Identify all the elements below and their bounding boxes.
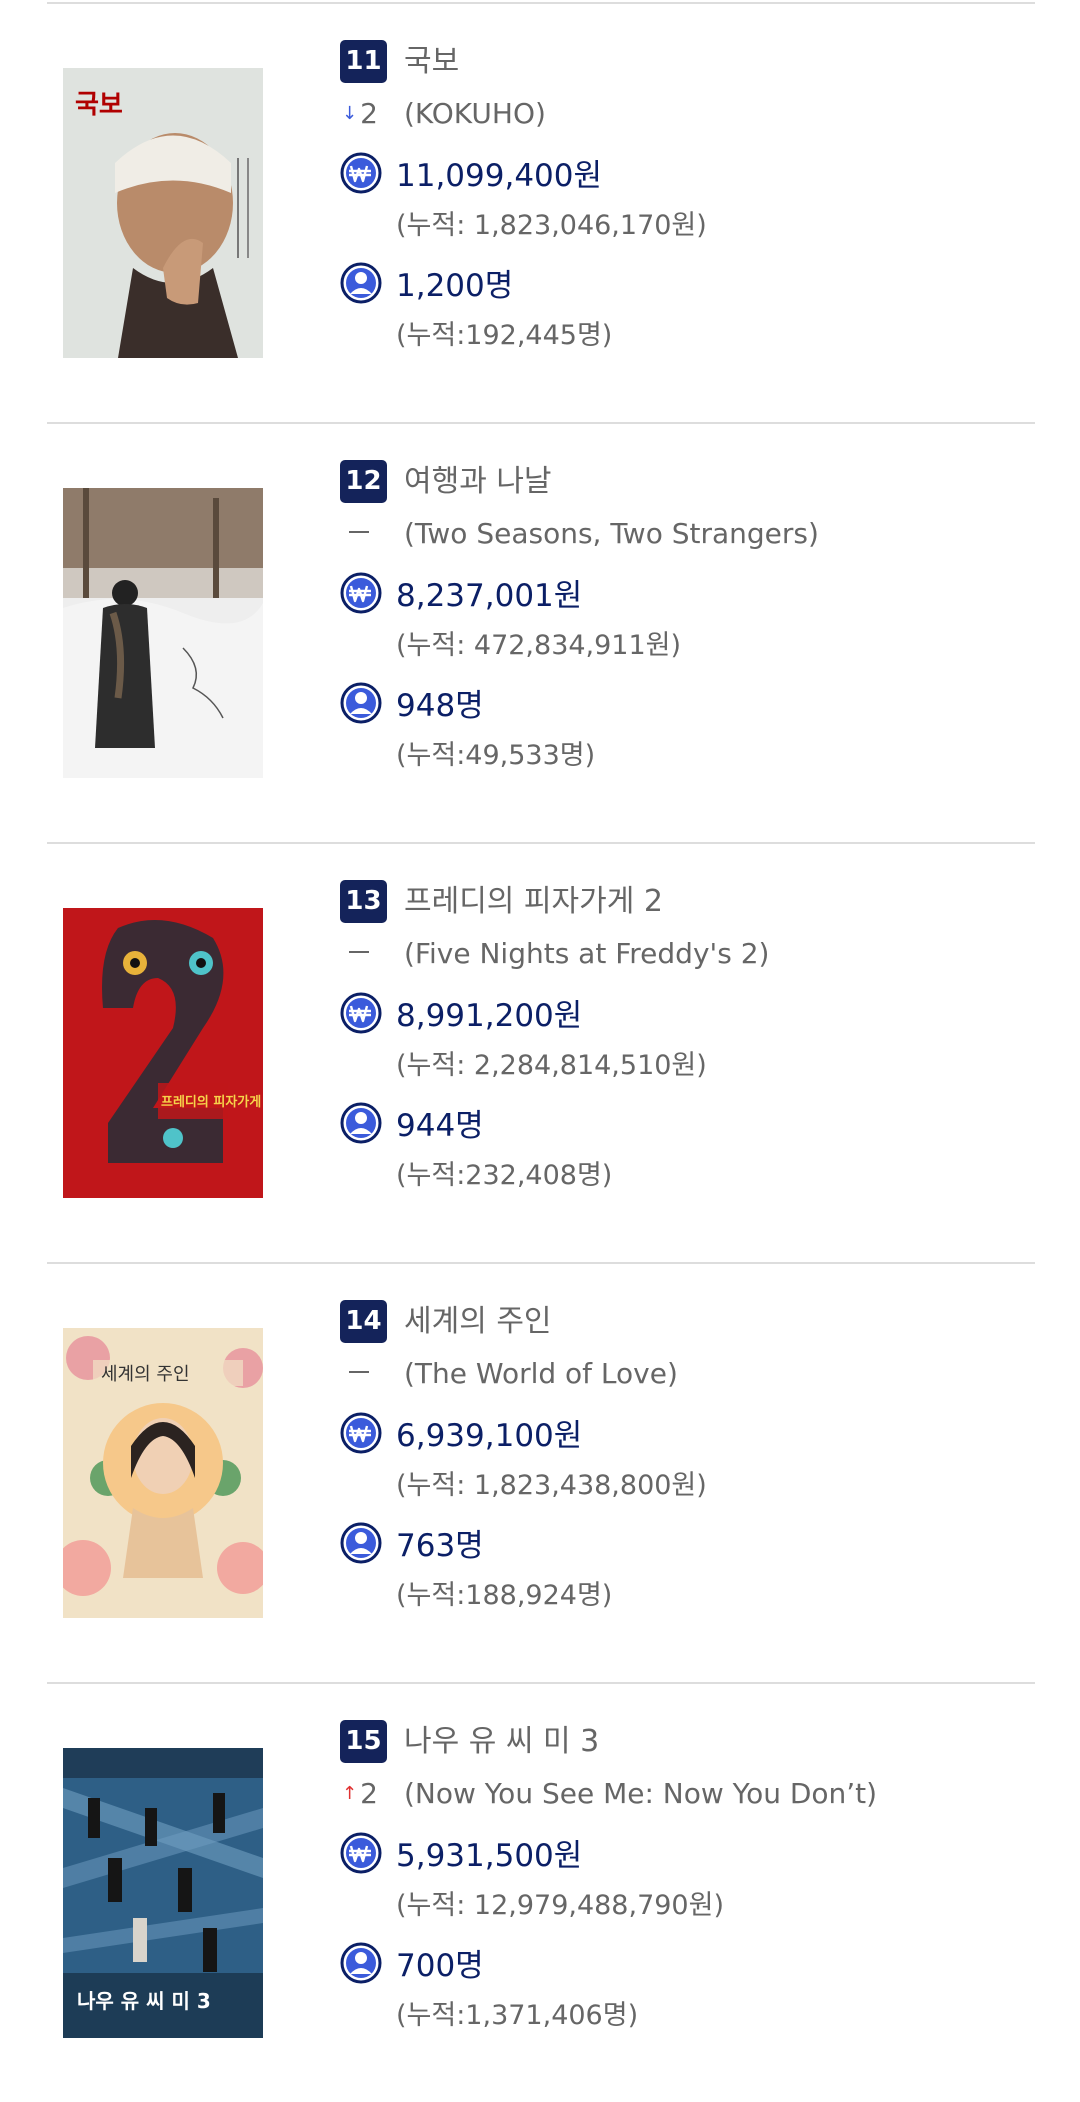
movie-poster[interactable]: 국보 xyxy=(63,68,263,358)
cumulative-revenue: (누적: 2,284,814,510원) xyxy=(396,1050,707,1081)
rank-badge: 13 xyxy=(340,880,387,923)
cumulative-revenue: (누적: 12,979,488,790원) xyxy=(396,1890,724,1921)
movie-entry[interactable]: 12 여행과 나날 (Two Seasons, Two Strangers) 8… xyxy=(0,422,1080,842)
daily-revenue: 11,099,400원 xyxy=(396,158,603,194)
poster-art-world-of-love: 세계의 주인 xyxy=(63,1328,263,1618)
rank-change: ↑ 2 xyxy=(342,1772,402,1816)
daily-revenue: 5,931,500원 xyxy=(396,1838,583,1874)
original-title: (Five Nights at Freddy's 2) xyxy=(404,937,770,970)
poster-logo-text: 국보 xyxy=(75,90,123,120)
dash-icon xyxy=(349,531,369,533)
rank-badge: 11 xyxy=(340,40,387,83)
original-title: (KOKUHO) xyxy=(404,97,546,130)
cumulative-audience: (누적:192,445명) xyxy=(396,320,613,351)
movie-poster[interactable]: 세계의 주인 xyxy=(63,1328,263,1618)
movie-title[interactable]: 국보 xyxy=(404,40,459,83)
arrow-down-icon: ↓ xyxy=(342,103,358,124)
daily-revenue: 8,237,001원 xyxy=(396,578,583,614)
cumulative-revenue: (누적: 1,823,046,170원) xyxy=(396,210,707,241)
person-circle-icon xyxy=(340,1942,382,1984)
cumulative-audience: (누적:188,924명) xyxy=(396,1580,613,1611)
daily-audience: 700명 xyxy=(396,1948,484,1984)
won-circle-icon xyxy=(340,572,382,614)
person-circle-icon xyxy=(340,262,382,304)
movie-entry[interactable]: 나우 유 씨 미 3 15 나우 유 씨 미 3 ↑ 2 (Now You See… xyxy=(0,1682,1080,2102)
person-circle-icon xyxy=(340,1522,382,1564)
rank-change xyxy=(342,1352,402,1396)
arrow-up-icon: ↑ xyxy=(342,1783,358,1804)
rank-change-value: 2 xyxy=(360,1777,378,1810)
daily-revenue: 8,991,200원 xyxy=(396,998,583,1034)
poster-logo-text: 프레디의 피자가게 xyxy=(161,1094,261,1110)
movie-poster[interactable]: 나우 유 씨 미 3 xyxy=(63,1748,263,2038)
movie-title[interactable]: 나우 유 씨 미 3 xyxy=(404,1720,599,1763)
movie-title[interactable]: 프레디의 피자가게 2 xyxy=(404,880,663,923)
rank-change xyxy=(342,932,402,976)
rank-badge: 12 xyxy=(340,460,387,503)
dash-icon xyxy=(349,1371,369,1373)
original-title: (The World of Love) xyxy=(404,1357,678,1390)
dash-icon xyxy=(349,951,369,953)
person-circle-icon xyxy=(340,682,382,724)
daily-revenue: 6,939,100원 xyxy=(396,1418,583,1454)
cumulative-audience: (누적:49,533명) xyxy=(396,740,596,771)
original-title: (Now You See Me: Now You Don’t) xyxy=(404,1777,878,1810)
poster-art-kokuho: 국보 xyxy=(63,68,263,358)
won-circle-icon xyxy=(340,1412,382,1454)
original-title: (Two Seasons, Two Strangers) xyxy=(404,517,819,550)
won-circle-icon xyxy=(340,992,382,1034)
daily-audience: 763명 xyxy=(396,1528,484,1564)
rank-badge: 15 xyxy=(340,1720,387,1763)
rank-change: ↓ 2 xyxy=(342,92,402,136)
movie-poster[interactable]: 프레디의 피자가게 xyxy=(63,908,263,1198)
movie-poster[interactable] xyxy=(63,488,263,778)
poster-logo-text: 나우 유 씨 미 3 xyxy=(77,1989,211,2013)
cumulative-revenue: (누적: 472,834,911원) xyxy=(396,630,682,661)
won-circle-icon xyxy=(340,152,382,194)
poster-art-freddys: 프레디의 피자가게 xyxy=(63,908,263,1198)
daily-audience: 948명 xyxy=(396,688,484,724)
cumulative-audience: (누적:1,371,406명) xyxy=(396,2000,639,2031)
daily-audience: 944명 xyxy=(396,1108,484,1144)
movie-entry[interactable]: 프레디의 피자가게 13 프레디의 피자가게 2 (Five Nights at… xyxy=(0,842,1080,1262)
box-office-list: 국보 11 국보 ↓ 2 (KOKUHO) 11,099,400원 (누적: 1,… xyxy=(0,0,1080,2089)
movie-title[interactable]: 세계의 주인 xyxy=(404,1300,552,1343)
rank-badge: 14 xyxy=(340,1300,387,1343)
movie-entry[interactable]: 세계의 주인 14 세계의 주인 (The World of Love) 6,9… xyxy=(0,1262,1080,1682)
poster-logo-text: 세계의 주인 xyxy=(101,1364,190,1385)
daily-audience: 1,200명 xyxy=(396,268,514,304)
person-circle-icon xyxy=(340,1102,382,1144)
cumulative-audience: (누적:232,408명) xyxy=(396,1160,613,1191)
poster-art-two-seasons xyxy=(63,488,263,778)
rank-change xyxy=(342,512,402,556)
rank-change-value: 2 xyxy=(360,97,378,130)
movie-entry[interactable]: 국보 11 국보 ↓ 2 (KOKUHO) 11,099,400원 (누적: 1,… xyxy=(0,2,1080,422)
poster-art-now-you-see-me: 나우 유 씨 미 3 xyxy=(63,1748,263,2038)
won-circle-icon xyxy=(340,1832,382,1874)
movie-title[interactable]: 여행과 나날 xyxy=(404,460,552,503)
cumulative-revenue: (누적: 1,823,438,800원) xyxy=(396,1470,707,1501)
